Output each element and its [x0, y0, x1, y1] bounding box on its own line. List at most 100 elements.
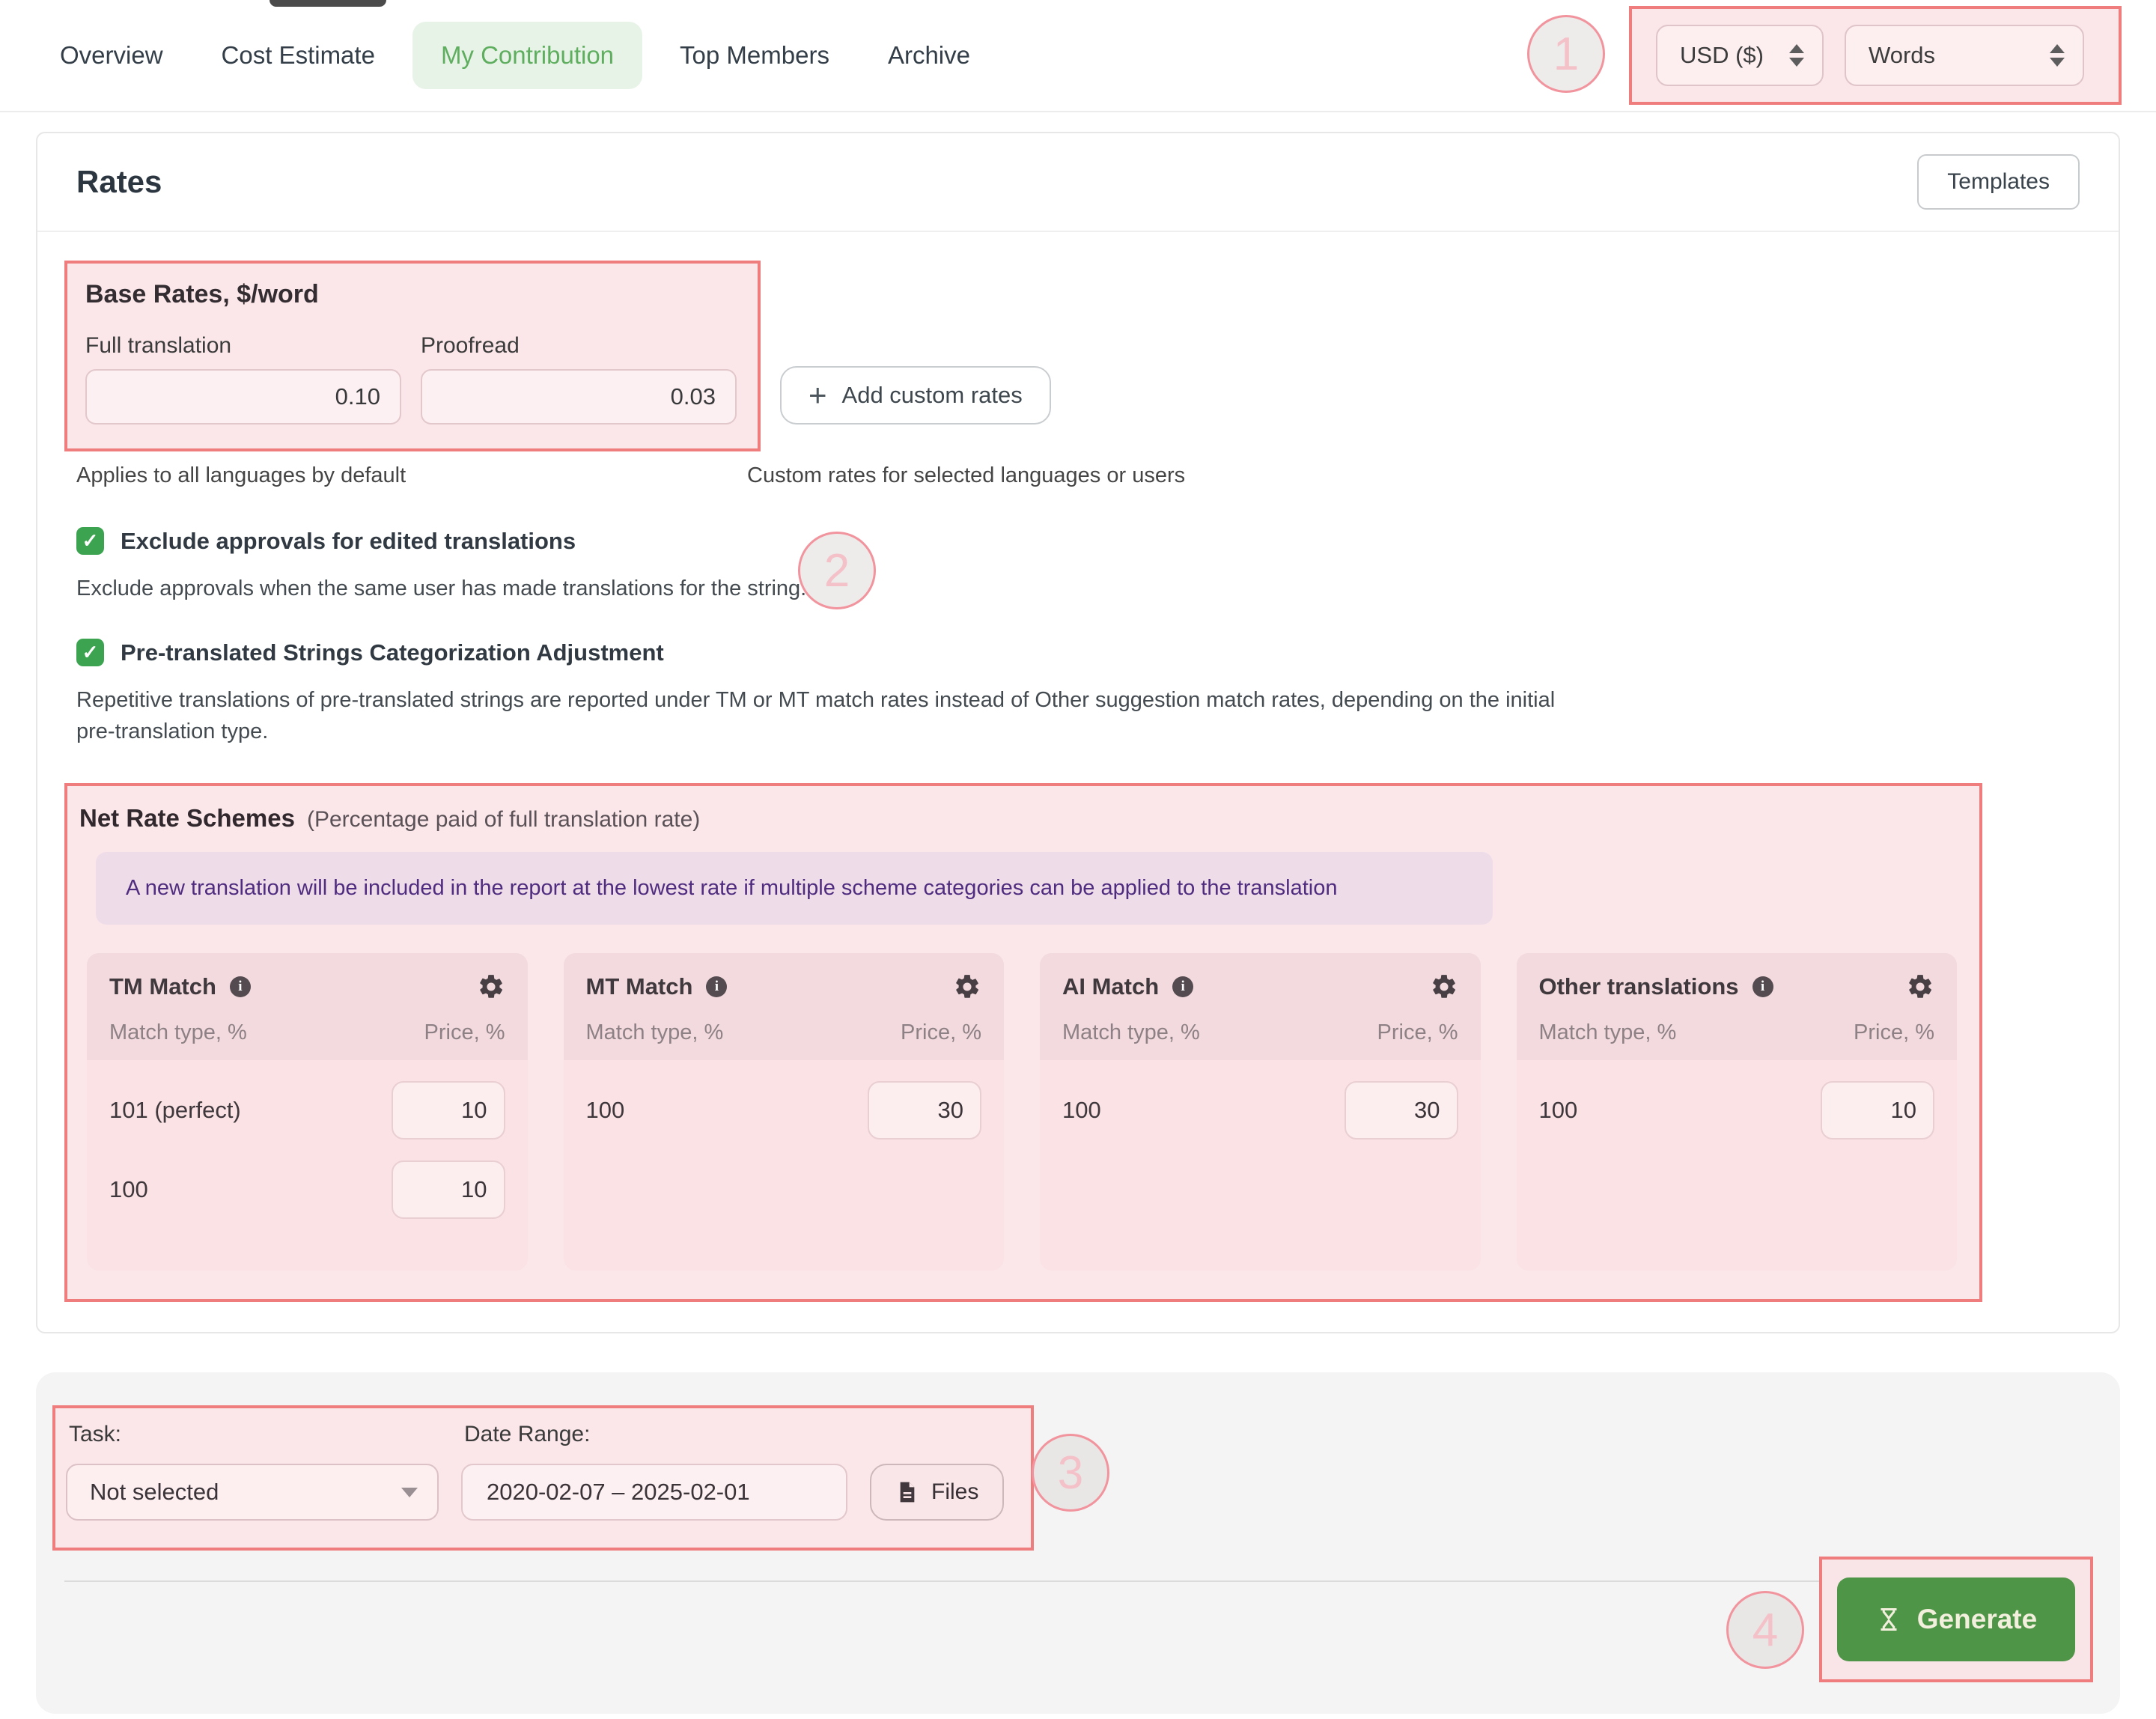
- unit-select[interactable]: Words: [1845, 25, 2084, 86]
- task-select-value: Not selected: [90, 1479, 219, 1506]
- date-range-input[interactable]: 2020-02-07 – 2025-02-01: [461, 1464, 847, 1521]
- other-translations-card: Other translations i Match type, % Price…: [1517, 953, 1958, 1271]
- task-label: Task:: [69, 1422, 439, 1447]
- base-rates-note: Applies to all languages by default: [76, 463, 747, 488]
- gear-icon[interactable]: [953, 973, 981, 1001]
- tab-overview[interactable]: Overview: [60, 41, 163, 70]
- pretranslated-adjustment-description: Repetitive translations of pre-translate…: [76, 684, 1596, 747]
- table-row: 100 30: [586, 1081, 982, 1140]
- proofread-rate-input[interactable]: 0.03: [421, 369, 737, 425]
- chevron-down-icon: [401, 1488, 418, 1497]
- match-type-value: 101 (perfect): [109, 1097, 241, 1124]
- check-icon: ✓: [82, 529, 99, 553]
- match-type-column-label: Match type, %: [109, 1020, 247, 1045]
- match-type-column-label: Match type, %: [586, 1020, 724, 1045]
- option-pretranslated-adjustment: ✓ Pre-translated Strings Categorization …: [76, 639, 2080, 747]
- option-exclude-approvals: ✓ Exclude approvals for edited translati…: [76, 527, 2080, 604]
- annotation-box-generate: Generate: [1819, 1557, 2093, 1682]
- generate-button-label: Generate: [1917, 1604, 2037, 1635]
- price-column-label: Price, %: [424, 1020, 505, 1045]
- mt-100-price-input[interactable]: 30: [868, 1081, 981, 1140]
- lowest-rate-info-banner: A new translation will be included in th…: [96, 852, 1493, 925]
- tm-100-price-input[interactable]: 10: [392, 1160, 505, 1219]
- unit-value: Words: [1869, 42, 1935, 69]
- task-select[interactable]: Not selected: [66, 1464, 439, 1521]
- report-generator-panel: 3 4 Task: Not selected Date Range: 2020-…: [36, 1372, 2120, 1714]
- exclude-approvals-checkbox[interactable]: ✓: [76, 527, 104, 555]
- price-column-label: Price, %: [1854, 1020, 1934, 1045]
- tab-top-members[interactable]: Top Members: [680, 41, 829, 70]
- match-type-column-label: Match type, %: [1539, 1020, 1677, 1045]
- currency-value: USD ($): [1680, 42, 1764, 69]
- table-row: 100 30: [1062, 1081, 1458, 1140]
- files-button-label: Files: [931, 1479, 978, 1505]
- other-100-price-input[interactable]: 10: [1821, 1081, 1934, 1140]
- gear-icon[interactable]: [477, 973, 505, 1001]
- tab-cost-estimate[interactable]: Cost Estimate: [222, 41, 375, 70]
- add-custom-rates-label: Add custom rates: [842, 382, 1023, 409]
- net-rate-schemes-heading: Net Rate Schemes: [79, 804, 295, 833]
- match-type-value: 100: [586, 1097, 625, 1124]
- add-custom-rates-button[interactable]: + Add custom rates: [780, 366, 1051, 425]
- hourglass-icon: [1875, 1606, 1902, 1633]
- generate-button[interactable]: Generate: [1837, 1577, 2075, 1661]
- templates-button[interactable]: Templates: [1917, 154, 2080, 210]
- gear-icon[interactable]: [1906, 973, 1934, 1001]
- table-row: 101 (perfect) 10: [109, 1081, 505, 1140]
- match-type-value: 100: [109, 1176, 148, 1203]
- annotation-box-base-rates: Base Rates, $/word Full translation Proo…: [64, 261, 761, 451]
- annotation-step-1: 1: [1527, 15, 1605, 93]
- rates-card-body: 2 Base Rates, $/word Full translation Pr…: [37, 232, 2119, 1332]
- annotation-box-net-rate-schemes: Net Rate Schemes (Percentage paid of ful…: [64, 783, 1982, 1302]
- table-row: 100 10: [109, 1160, 505, 1219]
- tm-match-card: TM Match i Match type, % Price, % 101 (p…: [87, 953, 528, 1271]
- base-rates-heading: Base Rates, $/word: [85, 280, 737, 309]
- info-icon[interactable]: i: [1172, 976, 1193, 997]
- price-column-label: Price, %: [901, 1020, 981, 1045]
- match-type-value: 100: [1062, 1097, 1101, 1124]
- rates-card: Rates Templates 2 Base Rates, $/word Ful…: [36, 132, 2120, 1333]
- tab-archive[interactable]: Archive: [888, 41, 970, 70]
- currency-select[interactable]: USD ($): [1656, 25, 1824, 86]
- pretranslated-adjustment-checkbox[interactable]: ✓: [76, 639, 104, 666]
- exclude-approvals-description: Exclude approvals when the same user has…: [76, 573, 1596, 604]
- tab-my-contribution[interactable]: My Contribution: [412, 22, 642, 89]
- mt-match-card: MT Match i Match type, % Price, % 100 30: [564, 953, 1005, 1271]
- select-arrows-icon: [2050, 44, 2065, 67]
- page-title: Rates: [76, 164, 162, 200]
- full-translation-label: Full translation: [85, 333, 401, 359]
- info-icon[interactable]: i: [1752, 976, 1773, 997]
- full-translation-rate-input[interactable]: 0.10: [85, 369, 401, 425]
- files-button[interactable]: Files: [870, 1464, 1004, 1521]
- tm-match-title: TM Match: [109, 973, 216, 1000]
- net-rate-schemes-subheading: (Percentage paid of full translation rat…: [307, 807, 700, 833]
- gear-icon[interactable]: [1430, 973, 1458, 1001]
- annotation-box-toolbar: USD ($) Words: [1629, 6, 2122, 105]
- date-range-label: Date Range:: [464, 1422, 847, 1447]
- pretranslated-adjustment-label: Pre-translated Strings Categorization Ad…: [121, 639, 664, 666]
- info-icon[interactable]: i: [706, 976, 727, 997]
- select-arrows-icon: [1789, 44, 1804, 67]
- proofread-label: Proofread: [421, 333, 737, 359]
- rates-card-header: Rates Templates: [37, 133, 2119, 232]
- match-type-value: 100: [1539, 1097, 1578, 1124]
- annotation-box-task-daterange: Task: Not selected Date Range: 2020-02-0…: [52, 1405, 1034, 1551]
- report-tabs-bar: Overview Cost Estimate My Contribution T…: [0, 0, 2156, 112]
- exclude-approvals-label: Exclude approvals for edited translation…: [121, 528, 576, 555]
- other-translations-title: Other translations: [1539, 973, 1739, 1000]
- plus-icon: +: [808, 380, 827, 411]
- info-icon[interactable]: i: [230, 976, 251, 997]
- mt-match-title: MT Match: [586, 973, 693, 1000]
- table-row: 100 10: [1539, 1081, 1935, 1140]
- ai-match-title: AI Match: [1062, 973, 1159, 1000]
- file-icon: [895, 1480, 919, 1504]
- match-type-column-label: Match type, %: [1062, 1020, 1200, 1045]
- tm-101-price-input[interactable]: 10: [392, 1081, 505, 1140]
- price-column-label: Price, %: [1377, 1020, 1458, 1045]
- ai-100-price-input[interactable]: 30: [1345, 1081, 1458, 1140]
- annotation-step-3: 3: [1032, 1434, 1109, 1512]
- custom-rates-note: Custom rates for selected languages or u…: [747, 463, 1185, 488]
- check-icon: ✓: [82, 641, 99, 664]
- cutoff-tooltip-remnant: [270, 0, 386, 7]
- ai-match-card: AI Match i Match type, % Price, % 100 30: [1040, 953, 1481, 1271]
